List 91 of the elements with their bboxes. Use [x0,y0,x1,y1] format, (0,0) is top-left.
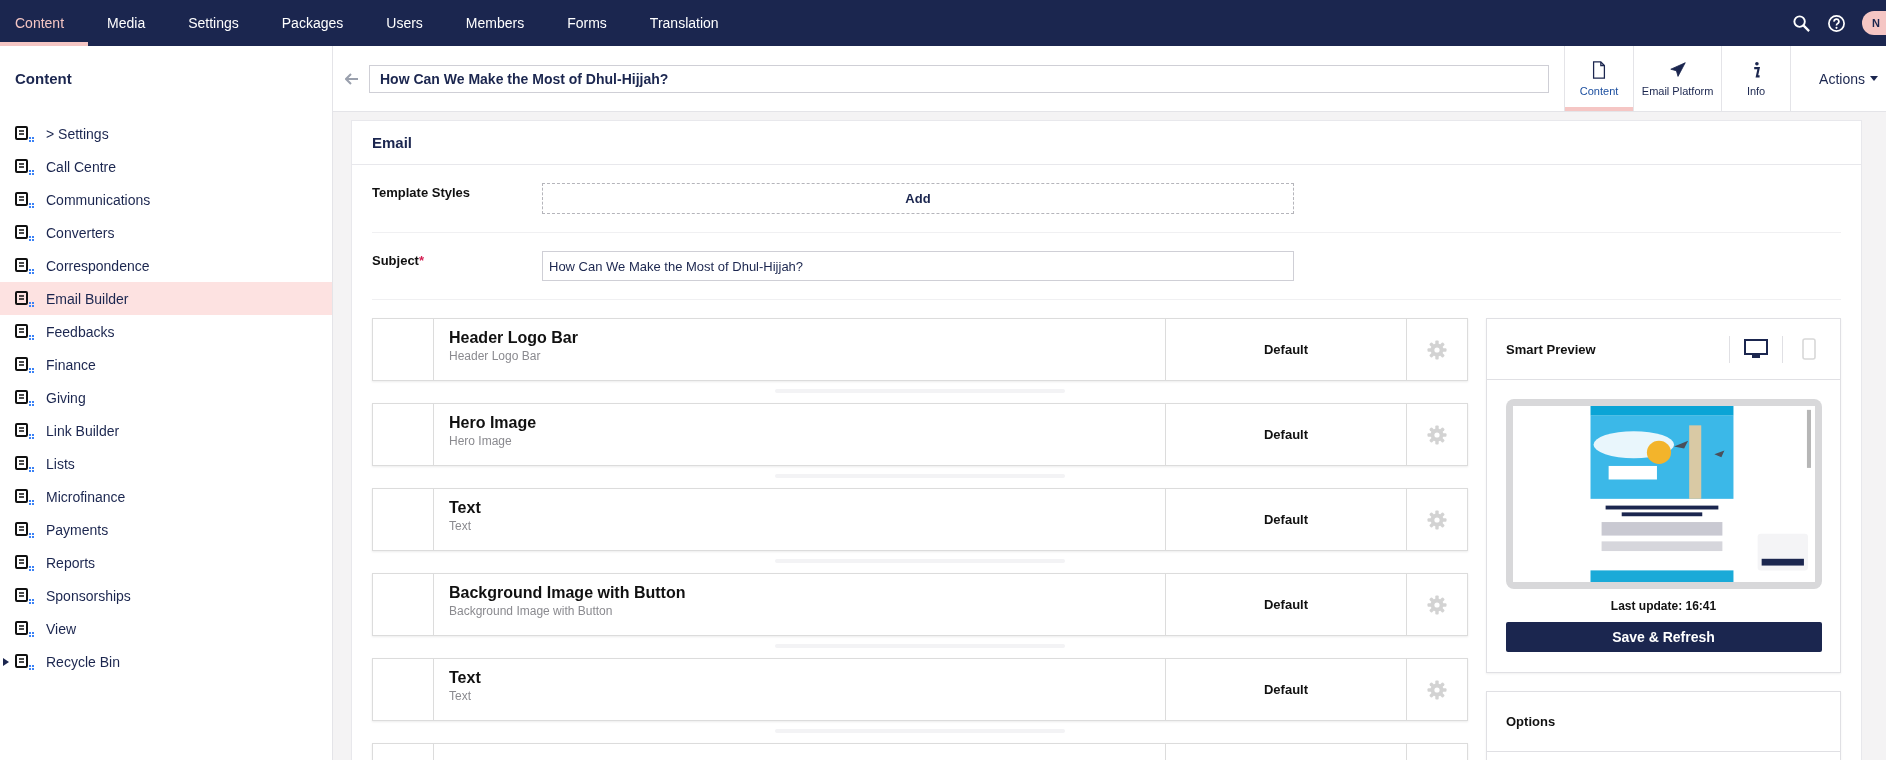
block-row[interactable]: Text Text Default [372,658,1468,721]
document-icon [1591,60,1608,79]
tree-item[interactable]: Call Centre [0,150,332,183]
block-row[interactable]: Hero Image Hero Image Default [372,403,1468,466]
settings-icon[interactable] [1427,594,1447,615]
block-subtitle: Header Logo Bar [449,349,542,363]
tree-item[interactable]: Giving [0,381,332,414]
block-subtitle: Background Image with Button [449,604,614,618]
search-icon[interactable] [1792,13,1811,33]
block-style: Default [1165,574,1406,635]
block-row[interactable]: Text Text Default [372,488,1468,551]
document-icon [15,454,35,473]
sidebar-title: Content [14,69,73,89]
tree-item[interactable]: Microfinance [0,480,332,513]
field-label: Subject* [372,252,426,268]
add-button[interactable]: Add [542,183,1294,214]
tree-item[interactable]: Recycle Bin [0,645,332,678]
nav-tab[interactable]: Forms [552,0,631,46]
block-style: Default [1165,319,1406,380]
document-icon [15,652,35,671]
save-refresh-button[interactable]: Save & Refresh [1505,622,1822,652]
tree-item[interactable]: Lists [0,447,332,480]
tree-item[interactable]: Sponsorships [0,579,332,612]
document-icon [15,223,35,242]
block-row[interactable]: Background Image with Button Background Image with Button Default [372,573,1468,636]
tree-item[interactable]: Finance [0,348,332,381]
card-title: Smart Preview [1506,341,1596,357]
document-icon [15,355,35,374]
app-tab[interactable]: Content [1565,46,1635,111]
block-title: Text [449,499,482,517]
paper-plane-icon [1669,60,1686,79]
block-title: Background Image with Button [449,584,687,602]
nav-tab[interactable]: Settings [173,0,263,46]
expand-caret-icon[interactable] [3,657,9,666]
document-icon [15,157,35,176]
card-title: Options [1506,714,1556,729]
caret-icon [1870,76,1878,81]
last-update-text: Last update: 16:41 [1610,599,1717,613]
document-icon [15,619,35,638]
tree-item[interactable]: Email Builder [0,282,332,315]
tree-item[interactable]: Communications [0,183,332,216]
user-avatar[interactable]: N [1862,11,1886,35]
tree-item[interactable]: View [0,612,332,645]
nav-tab[interactable]: Media [92,0,170,46]
document-icon [15,553,35,572]
document-icon [15,124,35,143]
actions-button[interactable]: Actions [1791,46,1886,111]
tree-item[interactable]: Reports [0,546,332,579]
document-icon [15,388,35,407]
block-subtitle: Hero Image [449,434,513,448]
nav-tab[interactable]: Members [450,0,549,46]
block-style: Default [1165,489,1406,550]
name-field[interactable]: How Can We Make the Most of Dhul-Hijjah? [369,64,1549,93]
panel-title: Email [352,121,1861,165]
document-icon [15,421,35,440]
block-style: Default [1165,404,1406,465]
nav-tab[interactable]: Content [0,0,89,46]
desktop-icon[interactable] [1744,338,1768,360]
document-icon [15,289,35,308]
help-icon[interactable] [1827,13,1846,33]
app-tab[interactable]: Email Platform [1634,46,1723,111]
field-label: Template Styles [372,184,472,200]
block-title: Hero Image [449,414,538,432]
nav-tab[interactable]: Packages [266,0,368,46]
document-icon [15,256,35,275]
settings-icon[interactable] [1427,509,1447,530]
nav-tab[interactable]: Translation [634,0,743,46]
nav-tab[interactable]: Users [371,0,447,46]
block-style: Default [1165,659,1406,720]
document-icon [15,586,35,605]
settings-icon[interactable] [1427,679,1447,700]
back-arrow-icon[interactable] [345,72,359,85]
document-icon [15,190,35,209]
block-title: Text [449,669,482,687]
block-subtitle: Text [449,519,472,533]
tree-item[interactable]: Converters [0,216,332,249]
document-icon [15,322,35,341]
settings-icon[interactable] [1427,424,1447,445]
settings-icon[interactable] [1427,339,1447,360]
tree-item[interactable]: > Settings [0,117,332,150]
app-tab[interactable]: Info [1722,46,1792,111]
tree-item[interactable]: Correspondence [0,249,332,282]
subject-field[interactable]: How Can We Make the Most of Dhul-Hijjah? [542,251,1294,281]
block-title: Header Logo Bar [449,329,579,347]
tree-item[interactable]: Link Builder [0,414,332,447]
document-icon [15,520,35,539]
block-row[interactable]: Header Logo Bar Header Logo Bar Default [372,318,1468,381]
tree-item[interactable]: Payments [0,513,332,546]
document-icon [15,487,35,506]
block-subtitle: Text [449,689,472,703]
tree-item[interactable]: Feedbacks [0,315,332,348]
